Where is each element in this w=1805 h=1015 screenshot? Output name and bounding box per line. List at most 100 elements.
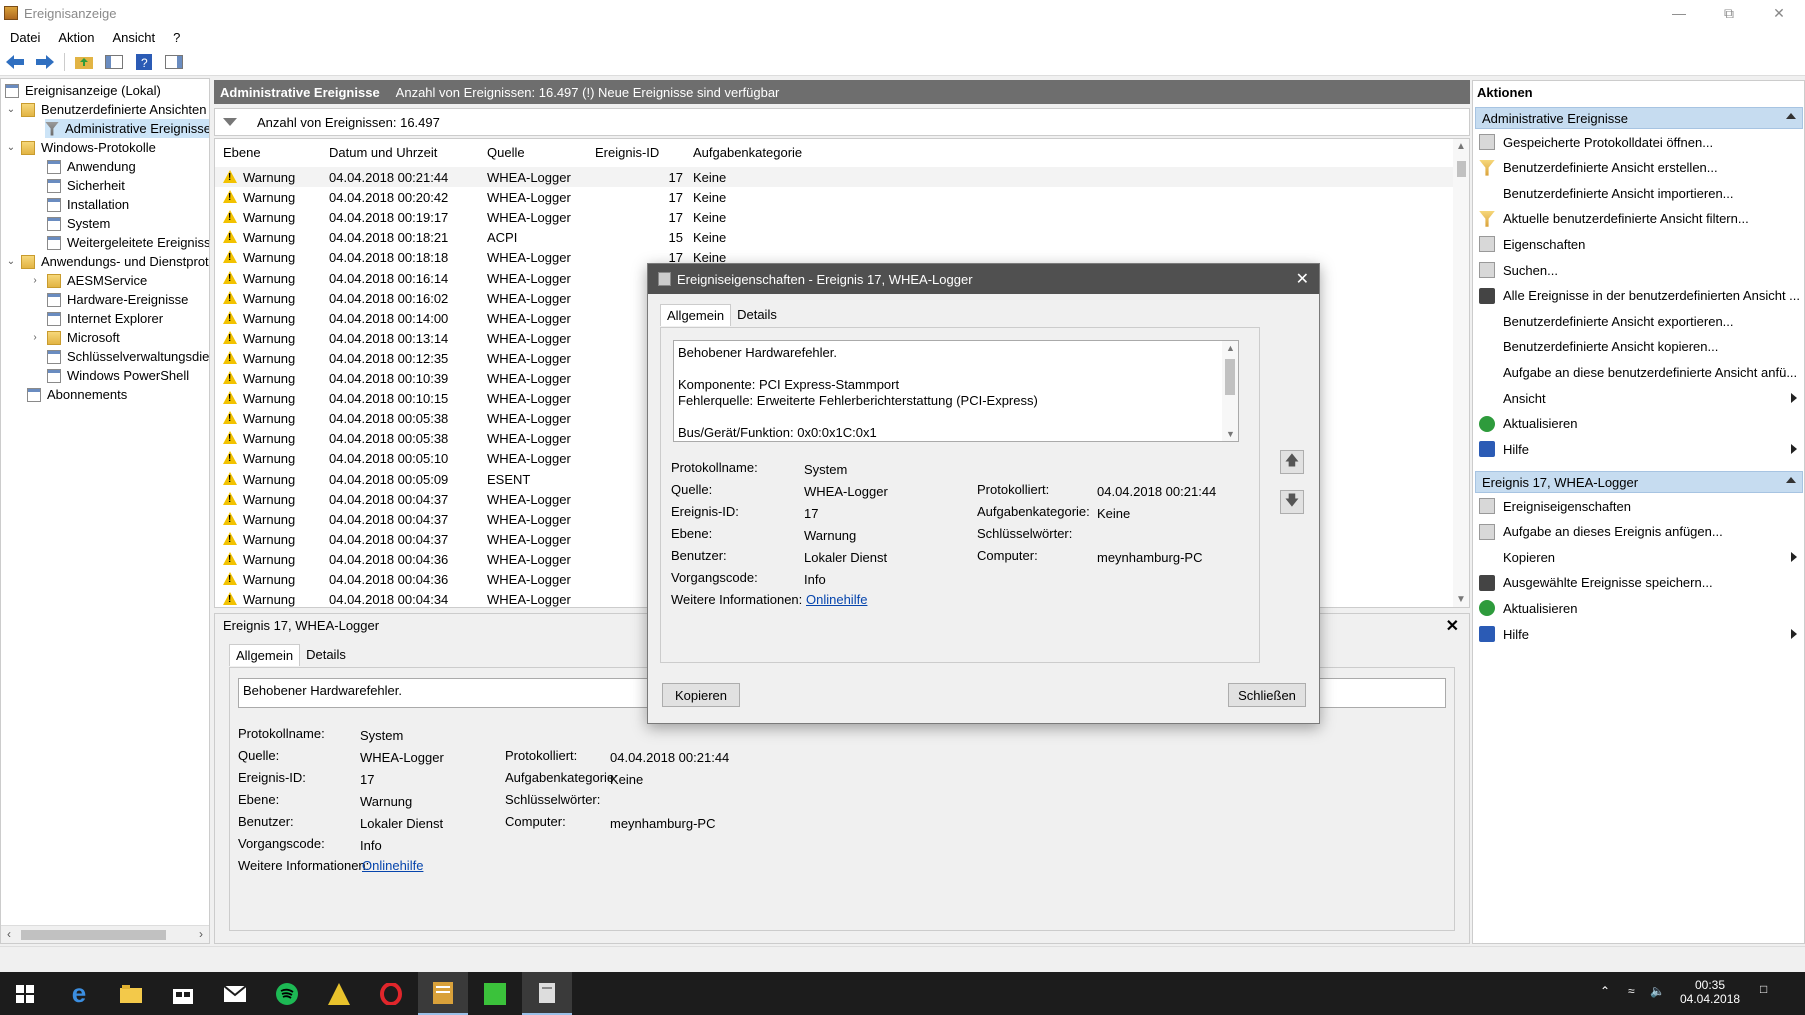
dialog-message-box[interactable]: Behobener Hardwarefehler. Komponente: PCI… <box>673 340 1239 442</box>
scroll-down-icon[interactable]: ▼ <box>1226 429 1235 439</box>
tree-item-key-management[interactable]: Schlüsselverwaltungsdienst <box>47 347 209 366</box>
chevron-right-icon[interactable]: › <box>29 332 41 343</box>
action-properties[interactable]: Eigenschaften <box>1479 233 1801 255</box>
scroll-down-icon[interactable]: ▼ <box>1456 594 1466 605</box>
show-hide-tree-icon[interactable] <box>103 52 125 72</box>
scrollbar-thumb[interactable] <box>21 930 166 940</box>
action-find[interactable]: Suchen... <box>1479 259 1801 281</box>
action-refresh[interactable]: Aktualisieren <box>1479 597 1801 619</box>
tree-item-admin-events[interactable]: Administrative Ereignisse <box>45 119 209 138</box>
action-save-all-events[interactable]: Alle Ereignisse in der benutzerdefiniert… <box>1479 285 1801 307</box>
table-row[interactable]: Warnung 04.04.2018 00:19:17 WHEA-Logger 17 K… <box>215 207 1455 227</box>
action-open-saved-log[interactable]: Gespeicherte Protokolldatei öffnen... <box>1479 131 1801 153</box>
close-window-button[interactable]: ✕ <box>1755 0 1803 26</box>
tree-item-application[interactable]: Anwendung <box>47 157 136 176</box>
chevron-down-icon[interactable]: ⌄ <box>5 104 17 115</box>
chevron-down-icon[interactable]: ⌄ <box>5 142 17 153</box>
column-header-source[interactable]: Quelle <box>487 145 525 160</box>
actions-section-event[interactable]: Ereignis 17, WHEA-Logger <box>1475 471 1803 493</box>
events-vertical-scrollbar[interactable]: ▲ ▼ <box>1453 139 1469 607</box>
tree-item-aesm[interactable]: › AESMService <box>29 271 147 290</box>
collapse-icon[interactable] <box>1786 477 1796 483</box>
action-filter-current-view[interactable]: Aktuelle benutzerdefinierte Ansicht filt… <box>1479 208 1801 230</box>
close-icon[interactable]: ✕ <box>1296 269 1309 289</box>
tree-item-microsoft[interactable]: › Microsoft <box>29 328 119 347</box>
tree-item-installation[interactable]: Installation <box>47 195 129 214</box>
maximize-button[interactable]: ⧉ <box>1705 0 1753 26</box>
scroll-right-icon[interactable]: › <box>199 927 203 941</box>
notification-center-icon[interactable]: □ <box>1760 982 1767 996</box>
file-explorer-icon[interactable] <box>106 972 156 1015</box>
action-save-selected-events[interactable]: Ausgewählte Ereignisse speichern... <box>1479 572 1801 594</box>
tab-details[interactable]: Details <box>731 304 783 326</box>
tree-item-hardware[interactable]: Hardware-Ereignisse <box>47 290 188 309</box>
close-button[interactable]: Schließen <box>1228 683 1306 707</box>
table-row[interactable]: Warnung 04.04.2018 00:20:42 WHEA-Logger 17 K… <box>215 187 1455 207</box>
minimize-button[interactable]: — <box>1655 0 1703 26</box>
column-header-level[interactable]: Ebene <box>223 145 261 160</box>
app-yellow-icon[interactable] <box>314 972 364 1015</box>
previous-event-button[interactable]: 🡅 <box>1280 450 1304 474</box>
opera-icon[interactable] <box>366 972 416 1015</box>
online-help-link[interactable]: Onlinehilfe <box>806 592 867 607</box>
menu-ansicht[interactable]: Ansicht <box>105 30 164 45</box>
collapse-icon[interactable] <box>1786 113 1796 119</box>
online-help-link[interactable]: Onlinehilfe <box>362 858 423 873</box>
clock[interactable]: 00:35 04.04.2018 <box>1680 978 1740 1006</box>
volume-icon[interactable]: 🔈 <box>1650 984 1665 998</box>
scrollbar-thumb[interactable] <box>1457 161 1466 177</box>
mail-icon[interactable] <box>210 972 260 1015</box>
scroll-up-icon[interactable]: ▲ <box>1456 141 1466 152</box>
table-row[interactable]: Warnung 04.04.2018 00:18:21 ACPI 15 Keine <box>215 227 1455 247</box>
column-header-date[interactable]: Datum und Uhrzeit <box>329 145 437 160</box>
tree-horizontal-scrollbar[interactable]: ‹ › <box>1 925 209 943</box>
forward-arrow-icon[interactable] <box>34 52 56 72</box>
action-refresh[interactable]: Aktualisieren <box>1479 413 1801 435</box>
tree-item-custom-views[interactable]: ⌄ Benutzerdefinierte Ansichten <box>5 100 207 119</box>
chevron-right-icon[interactable]: › <box>29 275 41 286</box>
tree-item-security[interactable]: Sicherheit <box>47 176 125 195</box>
column-header-event-id[interactable]: Ereignis-ID <box>595 145 659 160</box>
scrollbar-thumb[interactable] <box>1225 359 1235 395</box>
action-help[interactable]: Hilfe <box>1479 623 1801 645</box>
scroll-up-icon[interactable]: ▲ <box>1226 343 1235 353</box>
folder-up-icon[interactable] <box>73 52 95 72</box>
action-help[interactable]: Hilfe <box>1479 438 1801 460</box>
table-row[interactable]: Warnung 04.04.2018 00:21:44 WHEA-Logger 17 K… <box>215 167 1455 187</box>
edge-icon[interactable]: e <box>54 972 104 1015</box>
action-import-custom-view[interactable]: Benutzerdefinierte Ansicht importieren..… <box>1479 182 1801 204</box>
copy-button[interactable]: Kopieren <box>662 683 740 707</box>
store-icon[interactable] <box>158 972 208 1015</box>
column-header-task-category[interactable]: Aufgabenkategorie <box>693 145 802 160</box>
scroll-left-icon[interactable]: ‹ <box>7 927 11 941</box>
actions-section-admin-events[interactable]: Administrative Ereignisse <box>1475 107 1803 129</box>
chevron-down-icon[interactable]: ⌄ <box>5 256 17 267</box>
action-event-properties[interactable]: Ereigniseigenschaften <box>1479 495 1801 517</box>
close-icon[interactable]: ✕ <box>1446 616 1459 636</box>
menu-aktion[interactable]: Aktion <box>50 30 102 45</box>
menu-datei[interactable]: Datei <box>2 30 48 45</box>
tree-item-subscriptions[interactable]: Abonnements <box>27 385 127 404</box>
tree-item-system[interactable]: System <box>47 214 110 233</box>
action-view[interactable]: Ansicht <box>1479 387 1801 409</box>
menu-help[interactable]: ? <box>165 30 188 45</box>
start-button[interactable] <box>0 972 50 1015</box>
action-attach-task[interactable]: Aufgabe an diese benutzerdefinierte Ansi… <box>1479 361 1801 383</box>
back-arrow-icon[interactable] <box>4 52 26 72</box>
action-copy-custom-view[interactable]: Benutzerdefinierte Ansicht kopieren... <box>1479 336 1801 358</box>
spotify-icon[interactable] <box>262 972 312 1015</box>
tree-item-app-services[interactable]: ⌄ Anwendungs- und Dienstprotokolle <box>5 252 209 271</box>
event-viewer-taskbar-icon[interactable] <box>418 972 468 1015</box>
action-copy[interactable]: Kopieren <box>1479 546 1801 568</box>
tab-details[interactable]: Details <box>300 644 352 666</box>
action-attach-task-event[interactable]: Aufgabe an dieses Ereignis anfügen... <box>1479 521 1801 543</box>
show-action-pane-icon[interactable] <box>163 52 185 72</box>
action-export-custom-view[interactable]: Benutzerdefinierte Ansicht exportieren..… <box>1479 310 1801 332</box>
action-create-custom-view[interactable]: Benutzerdefinierte Ansicht erstellen... <box>1479 157 1801 179</box>
tree-item-forwarded[interactable]: Weitergeleitete Ereignisse <box>47 233 209 252</box>
message-scrollbar[interactable]: ▲ ▼ <box>1222 341 1238 441</box>
tree-item-powershell[interactable]: Windows PowerShell <box>47 366 189 385</box>
app-green-icon[interactable] <box>470 972 520 1015</box>
tree-item-root[interactable]: Ereignisanzeige (Lokal) <box>5 81 161 100</box>
tray-chevron-up-icon[interactable]: ⌃ <box>1600 984 1610 998</box>
